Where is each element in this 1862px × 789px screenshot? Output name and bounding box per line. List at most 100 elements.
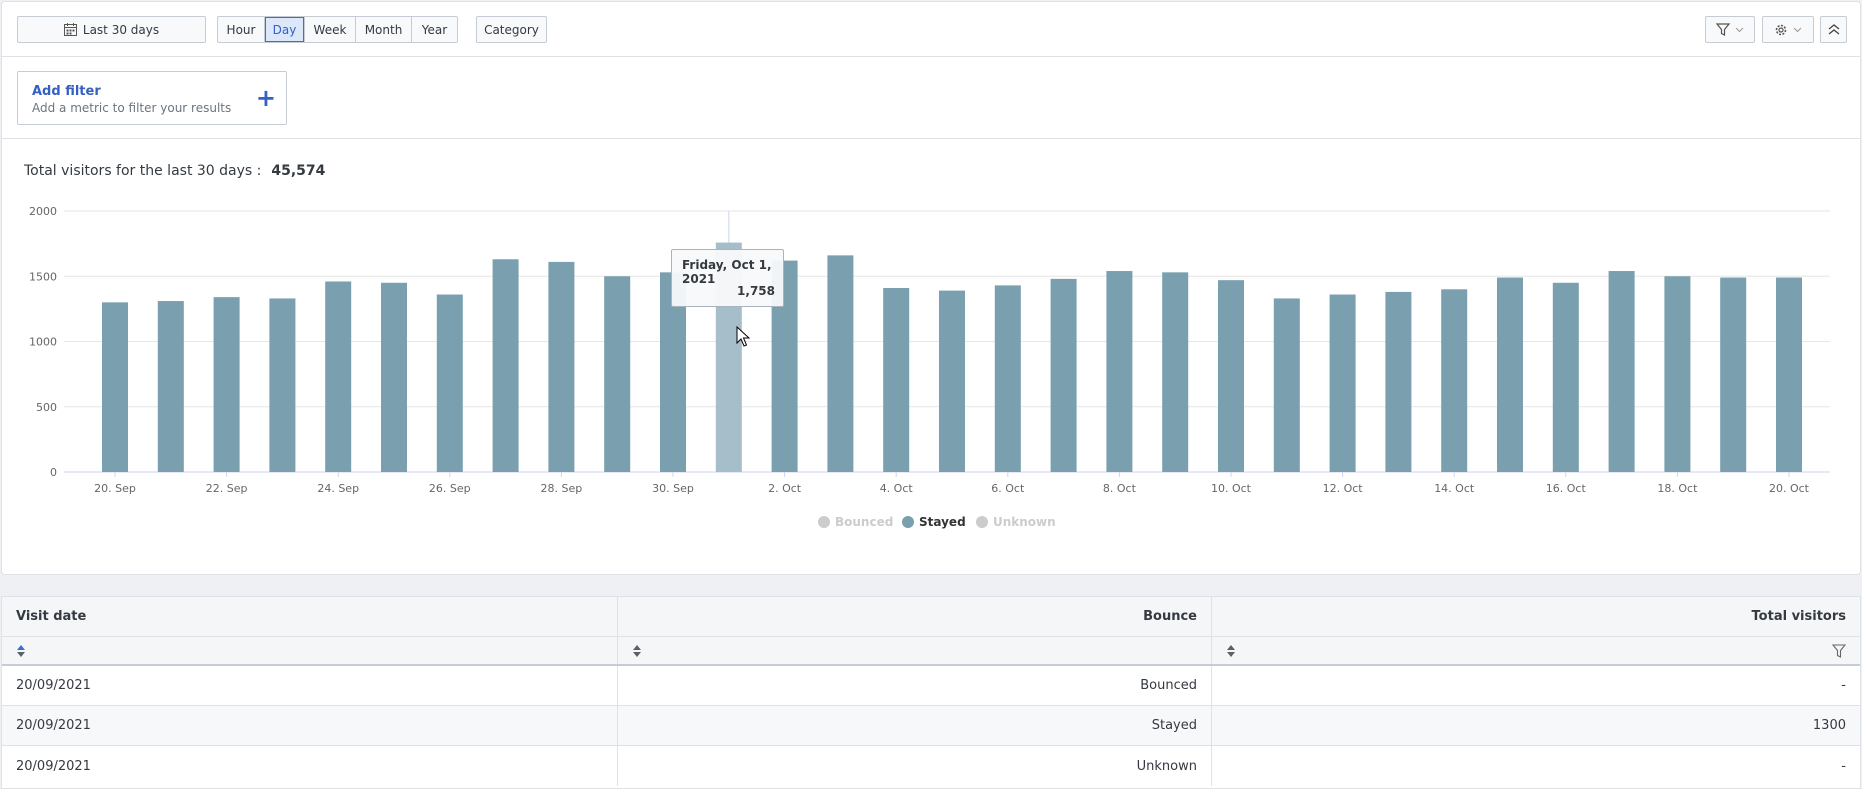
double-chevron-up-icon: [1828, 24, 1839, 35]
date-range-label: Last 30 days: [82, 22, 160, 37]
cell-visit-date: 20/09/2021: [2, 706, 618, 745]
x-tick-label: 26. Sep: [429, 482, 471, 495]
x-tick-label: 30. Sep: [652, 482, 694, 495]
cell-bounce: Unknown: [618, 746, 1212, 786]
legend-item: Stayed: [919, 515, 966, 529]
filter-bar: Add filter Add a metric to filter your r…: [2, 57, 1860, 139]
cell-visit-date: 20/09/2021: [2, 666, 618, 705]
chart-bar: [102, 302, 128, 472]
chart-bar: [1608, 271, 1635, 472]
summary-label: Total visitors for the last 30 days :: [24, 163, 262, 179]
add-filter-subtitle: Add a metric to filter your results: [32, 101, 232, 115]
total-visitors-summary: Total visitors for the last 30 days : 45,…: [24, 163, 325, 179]
x-tick-label: 4. Oct: [880, 482, 914, 495]
tooltip-value: 1,758: [737, 284, 775, 298]
granularity-hour-button[interactable]: Hour: [218, 17, 265, 42]
granularity-day-button[interactable]: Day: [265, 17, 305, 42]
chart-bar: [1664, 276, 1691, 472]
funnel-icon: [1716, 23, 1730, 36]
cell-total-visitors: -: [1841, 678, 1846, 693]
legend-item: Unknown: [993, 515, 1056, 529]
visitors-bar-chart: 0 500 1000 1500 2000 20. Sep 22. Sep 24. Sep 26.…: [29, 205, 1830, 529]
x-tick-label: 18. Oct: [1657, 482, 1698, 495]
plus-icon: +: [255, 84, 276, 112]
x-tick-label: 6. Oct: [991, 482, 1025, 495]
y-tick-label: 1500: [29, 270, 57, 283]
header-total-visitors[interactable]: Total visitors: [1212, 597, 1860, 636]
filter-menu-button[interactable]: [1705, 16, 1755, 43]
chart-bar: [604, 276, 631, 472]
chart-bar: [381, 282, 407, 472]
chart-bar: [827, 255, 854, 472]
granularity-month-button[interactable]: Month: [356, 17, 412, 42]
chart-bar: [1273, 298, 1300, 472]
column-filter-icon[interactable]: [1832, 643, 1846, 658]
granularity-week-button[interactable]: Week: [305, 17, 356, 42]
chart-bar: [1162, 272, 1189, 472]
x-tick-label: 16. Oct: [1546, 482, 1587, 495]
x-tick-label: 2. Oct: [768, 482, 802, 495]
sort-cell: [1212, 637, 1860, 664]
collapse-button[interactable]: [1820, 16, 1847, 43]
legend-marker: [976, 516, 988, 528]
header-visit-date[interactable]: Visit date: [2, 597, 618, 636]
chart-bar: [269, 298, 296, 472]
chart-bar: [1218, 280, 1244, 472]
chart-bar: [883, 287, 910, 472]
chevron-down-icon: [1793, 27, 1802, 32]
chart-bar: [325, 281, 352, 472]
gear-icon: [1775, 24, 1787, 35]
cell-bounce: Stayed: [618, 706, 1212, 745]
x-tick-label: 22. Sep: [206, 482, 248, 495]
table-row[interactable]: 20/09/2021 Stayed 1300: [2, 706, 1860, 746]
mouse-cursor-icon: [736, 326, 750, 347]
date-range-button[interactable]: Last 30 days: [17, 16, 206, 43]
cell-bounce: Bounced: [618, 666, 1212, 705]
x-tick-label: 28. Sep: [541, 482, 583, 495]
cell-visit-date: 20/09/2021: [2, 746, 618, 786]
legend-item: Bounced: [835, 515, 893, 529]
data-table: Visit date Bounce Total visitors 20/09/2…: [1, 596, 1861, 789]
toolbar: Last 30 days Hour Day Week Month Year Ca…: [2, 2, 1860, 57]
chart-bar: [1720, 277, 1747, 472]
sort-cell: [2, 637, 618, 664]
legend-marker: [818, 516, 830, 528]
chart-bar: [994, 285, 1021, 472]
chart-bar: [492, 259, 519, 472]
chart-bar: [1497, 277, 1523, 472]
chart-bar: [157, 301, 184, 472]
tooltip-date: Friday, Oct 1, 2021: [682, 258, 772, 286]
chart-bar: [213, 297, 240, 472]
chart-tooltip: Friday, Oct 1, 2021 1,758: [671, 249, 784, 307]
sort-icon[interactable]: [1226, 644, 1236, 658]
header-bounce[interactable]: Bounce: [618, 597, 1212, 636]
chart-bar: [548, 261, 575, 472]
granularity-selector: Hour Day Week Month Year: [217, 16, 458, 43]
sort-icon[interactable]: [16, 644, 26, 658]
chevron-down-icon: [1735, 27, 1744, 32]
settings-menu-button[interactable]: [1762, 16, 1814, 43]
table-header-row: Visit date Bounce Total visitors: [2, 597, 1860, 637]
y-tick-label: 0: [50, 466, 57, 479]
granularity-year-button[interactable]: Year: [412, 17, 457, 42]
chart-bar: [1776, 277, 1802, 472]
add-filter-title: Add filter: [32, 84, 101, 99]
summary-value: 45,574: [271, 163, 326, 179]
sort-icon[interactable]: [632, 644, 642, 658]
table-row[interactable]: 20/09/2021 Unknown -: [2, 746, 1860, 786]
x-tick-label: 20. Oct: [1769, 482, 1810, 495]
chart-bar: [1329, 294, 1356, 472]
table-sort-row: [2, 637, 1860, 666]
x-tick-label: 20. Sep: [94, 482, 136, 495]
x-tick-label: 24. Sep: [317, 482, 359, 495]
legend-marker: [902, 516, 914, 528]
chart-bar: [1552, 282, 1579, 472]
table-row[interactable]: 20/09/2021 Bounced -: [2, 666, 1860, 706]
chart-bar: [1106, 271, 1133, 472]
cell-total-visitors: 1300: [1812, 718, 1846, 733]
chart-bar: [939, 290, 965, 472]
add-filter-button[interactable]: Add filter Add a metric to filter your r…: [17, 71, 287, 125]
chart-bar: [1441, 289, 1468, 472]
category-button[interactable]: Category: [476, 16, 547, 43]
y-tick-label: 1000: [29, 336, 57, 349]
